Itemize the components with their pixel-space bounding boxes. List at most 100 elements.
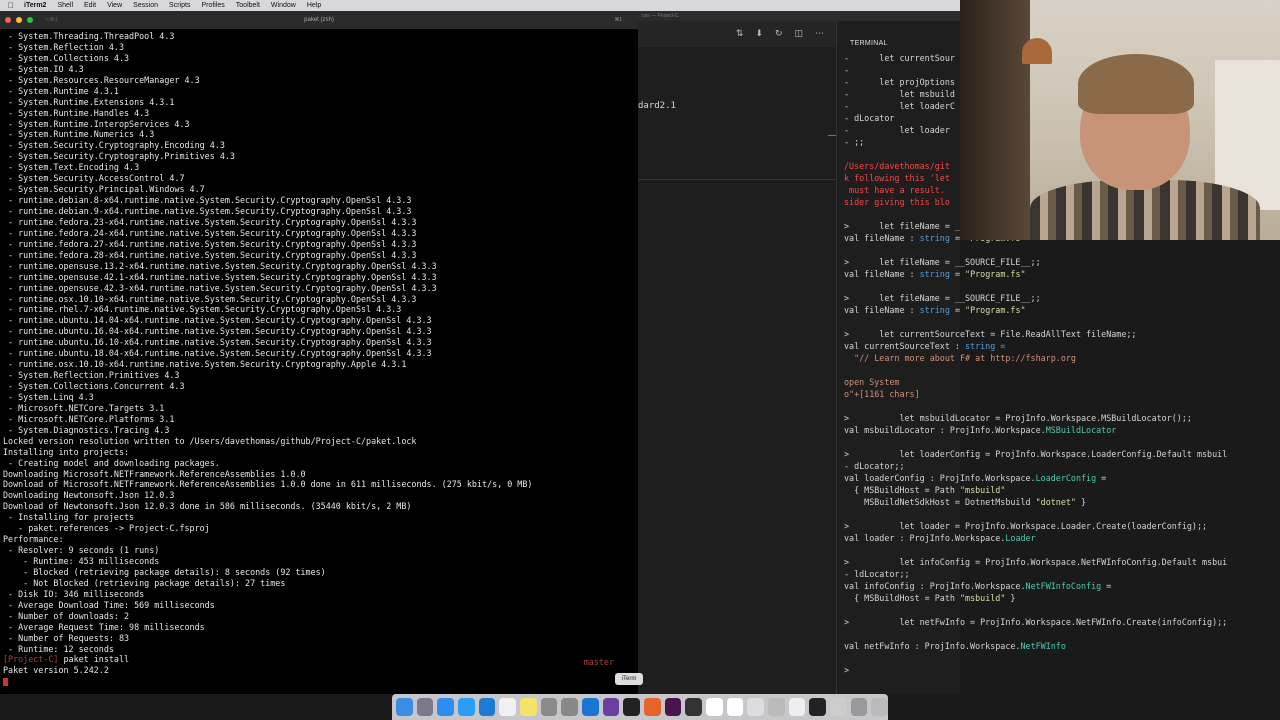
compare-icon[interactable]: ⇅ xyxy=(736,29,744,39)
safari-icon[interactable] xyxy=(458,698,475,716)
firefox-icon[interactable] xyxy=(644,698,661,716)
fsi-line: - let loader xyxy=(844,125,950,135)
archive-icon[interactable] xyxy=(768,698,785,716)
image-icon[interactable] xyxy=(830,698,847,716)
terminal-line: - paket.references -> Project-C.fsproj xyxy=(3,523,210,534)
fsi-line: - let loaderC xyxy=(844,101,955,111)
notes-icon[interactable] xyxy=(520,698,537,716)
document-icon[interactable] xyxy=(706,698,723,716)
terminal-line: - System.IO 4.3 xyxy=(3,63,84,74)
terminal-line: - runtime.opensuse.42.1-x64.runtime.nati… xyxy=(3,271,437,282)
fsi-line: val loader : ProjInfo.Workspace.Loader xyxy=(844,533,1036,543)
launchpad-icon[interactable] xyxy=(416,698,434,716)
terminal-line: - Microsoft.NETCore.Platforms 3.1 xyxy=(3,413,175,424)
bookshelf xyxy=(960,0,1030,240)
divider xyxy=(638,179,836,180)
menu-edit[interactable]: Edit xyxy=(84,2,96,9)
menu-toolbelt[interactable]: Toolbelt xyxy=(236,2,260,9)
fsi-line: - xyxy=(844,65,850,75)
fsi-line: > let fileName = __SOURCE_FILE__;; xyxy=(844,257,1041,267)
terminal-line: - System.Runtime.Handles 4.3 xyxy=(3,107,150,118)
terminal-line: - System.Linq 4.3 xyxy=(3,391,94,402)
blank-icon[interactable] xyxy=(788,698,806,716)
terminal-line: - Microsoft.NETCore.Targets 3.1 xyxy=(3,402,165,413)
terminal-line: - System.Collections.Concurrent 4.3 xyxy=(3,381,185,391)
apple-icon[interactable]:  xyxy=(8,1,18,10)
terminal-line: - Resolver: 9 seconds (1 runs) xyxy=(3,545,160,556)
fsi-line: > let loader = ProjInfo.Workspace.Loader… xyxy=(844,521,1208,531)
sync-icon[interactable]: ↻ xyxy=(775,29,783,39)
fsi-line: val fileName : string = "Program.fs" xyxy=(844,305,1026,315)
terminal-line: Download of Microsoft.NETFramework.Refer… xyxy=(3,479,533,490)
github-desktop-icon[interactable] xyxy=(602,698,620,716)
terminal-line: Performance: xyxy=(3,534,64,545)
terminal-line: - System.Reflection.Primitives 4.3 xyxy=(3,370,180,381)
editor-area[interactable]: dard2.1 xyxy=(638,47,836,694)
webcam-overlay xyxy=(960,0,1280,240)
fsi-line: val fileName : string = "Program.fs" xyxy=(844,269,1026,279)
window-icon[interactable] xyxy=(850,698,868,716)
terminal-line: - System.Runtime 4.3.1 xyxy=(3,85,119,96)
download-icon[interactable]: ⬇ xyxy=(755,29,763,39)
calendar-icon[interactable] xyxy=(499,698,517,716)
fsi-line: open System xyxy=(844,377,900,387)
menu-session[interactable]: Session xyxy=(133,2,158,9)
menu-profiles[interactable]: Profiles xyxy=(201,2,224,9)
terminal-line: - runtime.opensuse.42.3-x64.runtime.nati… xyxy=(3,282,437,293)
menu-iterm2[interactable]: iTerm2 xyxy=(24,2,46,9)
fsi-line: - dLocator xyxy=(844,113,895,123)
iterm-icon[interactable] xyxy=(623,698,641,716)
terminal-line: - runtime.debian.9-x64.runtime.native.Sy… xyxy=(3,206,412,216)
terminal-line: - Runtime: 453 milliseconds xyxy=(3,556,160,566)
window-title: paket (zsh) xyxy=(304,17,334,23)
obs-icon[interactable] xyxy=(685,698,703,716)
terminal-line: - Not Blocked (retrieving package detail… xyxy=(3,577,286,588)
terminal-line: - Number of downloads: 2 xyxy=(3,610,130,621)
more-icon[interactable]: ⋯ xyxy=(815,29,824,39)
settings-icon[interactable] xyxy=(540,698,558,716)
editor-line: dard2.1 xyxy=(638,101,676,111)
fsi-line: > let msbuildLocator = ProjInfo.Workspac… xyxy=(844,413,1192,423)
menu-view[interactable]: View xyxy=(107,2,122,9)
fsi-line: val msbuildLocator : ProjInfo.Workspace.… xyxy=(844,425,1117,435)
terminal-line: - System.Diagnostics.Tracing 4.3 xyxy=(3,424,170,435)
terminal-line: Downloading Microsoft.NETFramework.Refer… xyxy=(3,468,306,479)
menu-help[interactable]: Help xyxy=(307,2,321,9)
fsi-line: - ;; xyxy=(844,137,865,147)
tab-shortcut: ⌘1 xyxy=(614,17,622,23)
terminal-line: - Blocked (retrieving package details): … xyxy=(3,566,326,577)
menu-shell[interactable]: Shell xyxy=(57,2,73,9)
terminal-line: Locked version resolution written to /Us… xyxy=(3,435,417,446)
menu-scripts[interactable]: Scripts xyxy=(169,2,190,9)
slack-icon[interactable] xyxy=(664,698,682,716)
terminal-line: Download of Newtonsoft.Json 12.0.3 done … xyxy=(3,501,412,512)
terminal-line: - runtime.fedora.24-x64.runtime.native.S… xyxy=(3,227,417,238)
terminal-output[interactable]: - System.Threading.ThreadPool 4.3 - Syst… xyxy=(3,31,635,694)
finder-icon[interactable] xyxy=(396,698,413,716)
trash-icon[interactable] xyxy=(871,698,889,716)
terminal-line: - System.Runtime.InteropServices 4.3 xyxy=(3,118,190,129)
prompt-line: [Project-C] paket install xyxy=(3,654,635,665)
xcode-icon[interactable] xyxy=(582,698,599,716)
terminal-line: - System.Text.Encoding 4.3 xyxy=(3,162,140,173)
split-icon[interactable]: ◫ xyxy=(794,29,803,39)
screenshot-icon[interactable] xyxy=(561,698,579,716)
document-icon[interactable] xyxy=(726,698,744,716)
terminal-line: Paket version 5.242.2 xyxy=(3,665,109,676)
terminal-line: - runtime.ubuntu.16.04-x64.runtime.nativ… xyxy=(3,326,432,337)
vscode-icon[interactable] xyxy=(478,698,496,716)
fsi-line: > let infoConfig = ProjInfo.Workspace.Ne… xyxy=(844,557,1228,567)
terminal-line: Downloading Newtonsoft.Json 12.0.3 xyxy=(3,490,175,501)
terminal-line: - runtime.fedora.23-x64.runtime.native.S… xyxy=(3,216,417,227)
menu-window[interactable]: Window xyxy=(271,2,296,9)
fsi-line: - let msbuild xyxy=(844,89,955,99)
terminal-line: - System.Security.Principal.Windows 4.7 xyxy=(3,184,205,195)
preview-icon[interactable] xyxy=(747,698,765,716)
fsi-line: "// Learn more about F# at http://fsharp… xyxy=(844,353,1076,363)
menu-bar:  iTerm2 Shell Edit View Session Scripts… xyxy=(0,0,960,11)
tab-terminal[interactable]: TERMINAL xyxy=(850,40,888,47)
terminal-icon[interactable] xyxy=(809,698,827,716)
app-store-icon[interactable] xyxy=(437,698,455,716)
dock xyxy=(392,694,889,720)
terminal-cursor xyxy=(3,677,8,686)
